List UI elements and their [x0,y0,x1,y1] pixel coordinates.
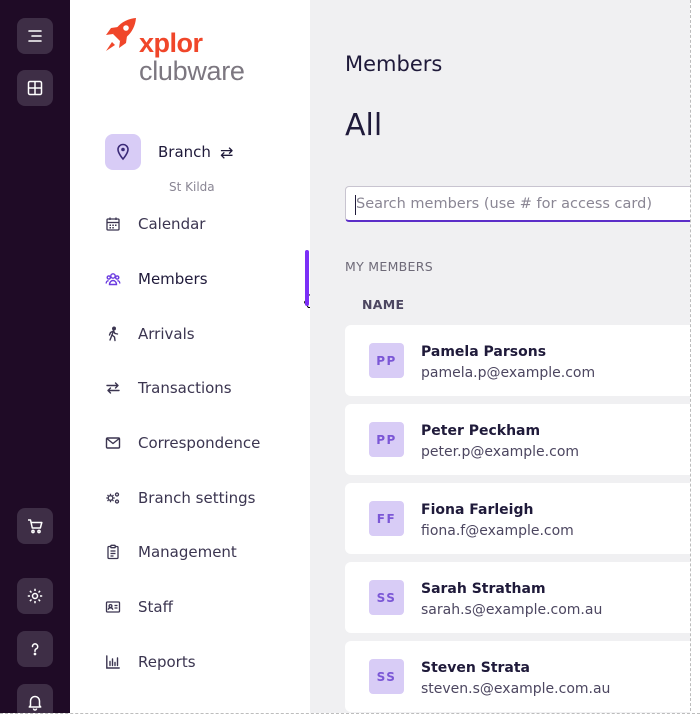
active-nav-indicator [305,250,309,306]
search-field[interactable] [345,186,700,222]
clipboard-icon [102,541,124,563]
nav-label-calendar: Calendar [138,215,206,233]
page-title: All [345,108,383,143]
brand-logo: xplor clubware [103,16,283,86]
grid-button[interactable] [17,70,53,106]
column-header-name[interactable]: NAME [362,297,404,312]
nav-label-correspondence: Correspondence [138,434,261,452]
member-email: steven.s@example.com.au [421,681,611,697]
id-card-icon [102,596,124,618]
main-content: Members All MY MEMBERS NAME PP Pamela Pa… [310,0,700,721]
nav-item-members[interactable]: Members [102,264,208,294]
nav-label-branch-settings: Branch settings [138,489,256,507]
member-email: peter.p@example.com [421,444,580,460]
settings-icon [27,588,43,604]
avatar: PP [369,422,404,457]
breadcrumb[interactable]: Members [345,52,442,76]
nav-label-management: Management [138,543,237,561]
help-button[interactable] [17,631,53,667]
cart-icon [28,519,43,534]
walking-icon [102,323,124,345]
torn-edge-right [690,0,700,721]
member-name: Fiona Farleigh [421,502,534,518]
member-name: Sarah Stratham [421,581,546,597]
brand-line-1: xplor [139,28,203,58]
grid-icon [27,80,43,96]
nav-item-branch-settings[interactable]: Branch settings [102,483,256,513]
nav-label-arrivals: Arrivals [138,325,195,343]
calendar-icon [102,213,124,235]
member-row[interactable]: PP Pamela Parsons pamela.p@example.com [345,325,700,396]
nav-item-calendar[interactable]: Calendar [102,209,205,239]
members-icon [102,268,124,290]
nav-label-staff: Staff [138,598,173,616]
member-row[interactable]: SS Steven Strata steven.s@example.com.au [345,641,700,712]
brand-line-2: clubware [139,56,245,86]
nav-item-arrivals[interactable]: Arrivals [102,319,195,349]
nav-item-reports[interactable]: Reports [102,647,196,677]
branch-switch-icon[interactable]: ⇄ [220,143,233,162]
location-pin-icon [117,143,129,161]
torn-edge-bottom [0,713,700,721]
rocket-icon [106,18,136,51]
branch-icon-tile[interactable] [105,134,141,170]
nav-item-transactions[interactable]: Transactions [102,373,232,403]
member-row[interactable]: SS Sarah Stratham sarah.s@example.com.au [345,562,700,633]
bell-icon [28,695,42,711]
settings-button[interactable] [17,578,53,614]
nav-item-staff[interactable]: Staff [102,592,173,622]
text-caret [355,195,356,215]
envelope-icon [102,432,124,454]
side-navigation: xplor clubware Branch ⇄ St Kilda Calenda… [70,0,317,721]
member-email: pamela.p@example.com [421,365,596,381]
member-name: Pamela Parsons [421,344,547,360]
avatar: SS [369,580,404,615]
nav-item-management[interactable]: Management [102,537,237,567]
nav-label-members: Members [138,270,208,288]
menu-icon [28,30,42,42]
help-icon [31,643,39,656]
nav-label-reports: Reports [138,653,196,671]
menu-button[interactable] [17,18,53,54]
member-email: fiona.f@example.com [421,523,574,539]
search-input[interactable] [356,195,700,212]
member-row[interactable]: PP Peter Peckham peter.p@example.com [345,404,700,475]
branch-name: St Kilda [169,180,215,194]
section-label: MY MEMBERS [345,259,433,274]
member-name: Steven Strata [421,660,530,676]
member-name: Peter Peckham [421,423,541,439]
avatar: PP [369,343,404,378]
avatar: SS [369,659,404,694]
transfer-icon [102,377,124,399]
member-row[interactable]: FF Fiona Farleigh fiona.f@example.com [345,483,700,554]
branch-label[interactable]: Branch [158,143,211,161]
nav-label-transactions: Transactions [138,379,232,397]
avatar: FF [369,501,404,536]
cart-button[interactable] [17,508,53,544]
bar-chart-icon [102,651,124,673]
member-email: sarah.s@example.com.au [421,602,603,618]
nav-item-correspondence[interactable]: Correspondence [102,428,260,458]
cogs-icon [102,487,124,509]
app-rail [0,0,70,721]
